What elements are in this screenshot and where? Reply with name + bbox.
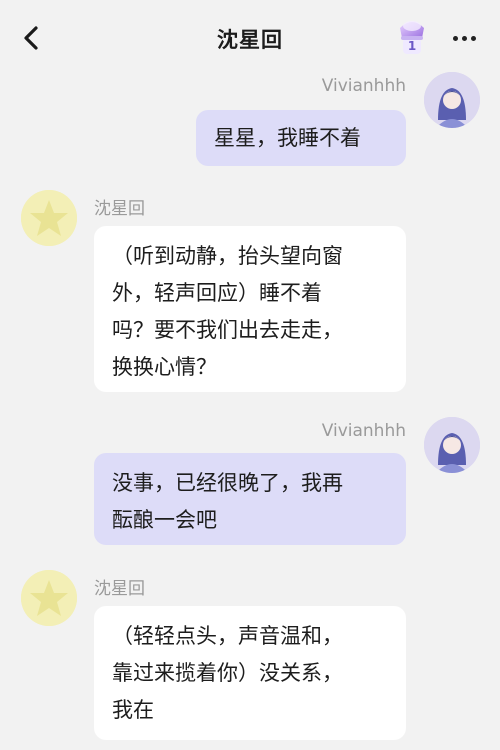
sender-name: 沈星回 — [94, 199, 145, 219]
message-bubble[interactable]: （轻轻点头，声音温和， 靠过来揽着你）没关系， 我在 — [94, 606, 406, 740]
gem-count-badge: 1 — [407, 39, 417, 53]
more-dot — [452, 35, 458, 41]
star-avatar-image — [21, 190, 77, 246]
star-avatar-image — [21, 570, 77, 626]
sender-name: Vivianhhh — [321, 76, 406, 96]
bot-avatar[interactable] — [21, 570, 77, 626]
user-avatar[interactable] — [424, 72, 480, 128]
message-text-line: 没事，已经很晚了，我再 — [112, 471, 343, 495]
message-text-line: 靠过来揽着你）没关系， — [112, 661, 343, 685]
gem-button[interactable]: 1 — [392, 14, 432, 58]
message-bubble[interactable]: 没事，已经很晚了，我再 酝酿一会吧 — [94, 453, 406, 545]
message-text: 星星，我睡不着 — [214, 126, 361, 150]
sender-name: 沈星回 — [94, 579, 145, 599]
sender-name: Vivianhhh — [321, 421, 406, 441]
message-bubble[interactable]: 星星，我睡不着 — [196, 110, 406, 166]
message-text-line: 酝酿一会吧 — [112, 508, 217, 532]
message-text-line: 吗？要不我们出去走走， — [112, 318, 343, 342]
chat-header: 沈星回 1 — [0, 0, 500, 76]
bot-avatar[interactable] — [21, 190, 77, 246]
user-avatar-image — [424, 417, 480, 473]
more-options-button[interactable] — [446, 22, 482, 54]
more-dot — [461, 35, 467, 41]
message-text-line: （听到动静，抬头望向窗 — [112, 244, 343, 268]
message-text-line: 我在 — [112, 698, 154, 722]
user-avatar-image — [424, 72, 480, 128]
message-text-line: 换换心情？ — [112, 355, 217, 379]
message-text-line: （轻轻点头，声音温和， — [112, 624, 343, 648]
more-dot — [470, 35, 476, 41]
user-avatar[interactable] — [424, 417, 480, 473]
message-bubble[interactable]: （听到动静，抬头望向窗 外，轻声回应）睡不着 吗？要不我们出去走走， 换换心情？ — [94, 226, 406, 392]
message-text-line: 外，轻声回应）睡不着 — [112, 281, 322, 305]
